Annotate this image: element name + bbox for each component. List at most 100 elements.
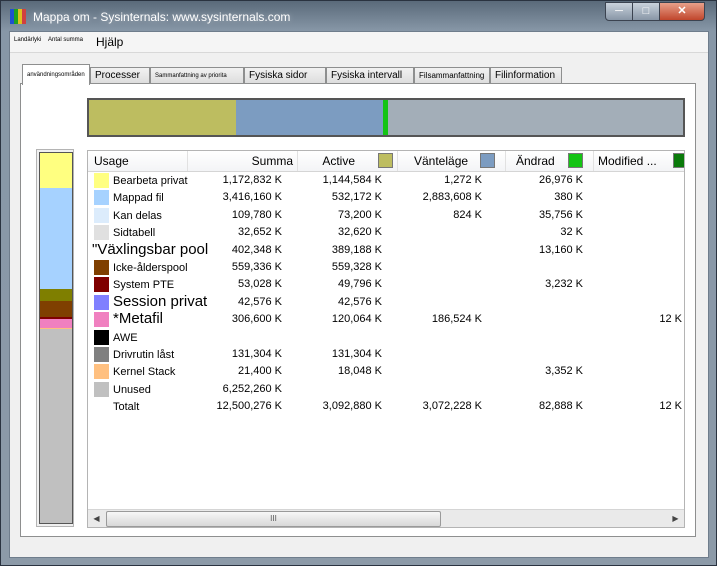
col-standby-header[interactable]: Vänteläge — [398, 151, 506, 171]
table-row[interactable]: Totalt 12,500,276 K 3,092,880 K 3,072,228 K… — [88, 398, 684, 415]
tab-label: Sammanfattning av priorita — [155, 73, 227, 79]
row-color-swatch — [94, 190, 109, 206]
cell-standby: 824 K — [453, 208, 482, 221]
minimize-button[interactable]: ─ — [605, 2, 633, 21]
scroll-left-arrow-icon[interactable]: ◀ — [88, 510, 105, 527]
table-row[interactable]: Unused 6,252,260 K — [88, 381, 684, 398]
app-window: Mappa om - Sysinternals: www.sysinternal… — [0, 0, 717, 566]
title-bar[interactable]: Mappa om - Sysinternals: www.sysinternal… — [1, 1, 716, 31]
tab-physical-pages[interactable]: Fysiska sidor — [244, 67, 326, 84]
cell-standby: 2,883,608 K — [422, 191, 482, 204]
cell-modified: 26,976 K — [538, 174, 583, 186]
tab-label: Fysiska sidor — [249, 70, 308, 81]
col-summa-header[interactable]: Summa — [188, 151, 298, 171]
cell-summa: 12,500,276 K — [216, 400, 282, 413]
table-row[interactable]: Icke-ålderspool 559,336 K 559,328 K — [88, 259, 684, 276]
cell-modified: 3,232 K — [545, 278, 583, 291]
table-row[interactable]: System PTE 53,028 K 49,796 K 3,232 K — [88, 276, 684, 293]
row-label: Drivrutin låst — [113, 349, 175, 361]
cell-active: 131,304 K — [331, 348, 382, 360]
tab-physical-ranges[interactable]: Fysiska intervall — [326, 67, 414, 84]
cell-modified: 3,352 K — [545, 365, 583, 378]
table-row[interactable]: Mappad fil 3,416,160 K 532,172 K 2,883,608 … — [88, 189, 684, 206]
tab-label: Processer — [95, 70, 141, 81]
row-color-swatch — [94, 381, 109, 397]
tab-label: Filsammanfattning — [419, 71, 485, 80]
row-color-swatch — [94, 207, 109, 223]
window-title: Mappa om - Sysinternals: www.sysinternal… — [33, 10, 291, 24]
table-row[interactable]: AWE — [88, 329, 684, 346]
list-header: Usage Summa Active Vänteläge Ändrad Modi… — [88, 151, 684, 172]
usage-segment — [40, 153, 72, 188]
cell-active: 73,200 K — [337, 208, 382, 221]
cell-summa: 53,028 K — [237, 278, 282, 291]
row-label: Kernel Stack — [113, 366, 176, 379]
cell-summa: 1,172,832 K — [222, 174, 282, 186]
row-label: *Metafil — [113, 310, 164, 328]
overview-segment — [235, 100, 383, 135]
tab-usage[interactable]: användningsområden — [22, 64, 90, 85]
scroll-right-arrow-icon[interactable]: ▶ — [667, 510, 684, 527]
menu-bar: Landärlyki Antal summa Hjälp — [10, 32, 708, 53]
usage-segment — [40, 187, 72, 289]
row-label: Icke-ålderspool — [113, 262, 188, 274]
tab-label: Filinformation — [495, 70, 556, 81]
client-area: Landärlyki Antal summa Hjälp användnings… — [9, 31, 709, 558]
usage-segment — [40, 300, 72, 318]
maximize-button[interactable]: □ — [632, 2, 660, 21]
col-active-header[interactable]: Active — [298, 151, 398, 171]
tab-file-details[interactable]: Filinformation — [490, 67, 562, 84]
tab-priority-summary[interactable]: Sammanfattning av priorita — [150, 67, 244, 84]
tab-label: användningsområden — [27, 72, 85, 78]
active-color-swatch — [378, 153, 393, 168]
col-modified-nowrite-header[interactable]: Modified ... — [594, 151, 684, 171]
cell-active: 49,796 K — [337, 278, 382, 291]
table-row[interactable]: Kernel Stack 21,400 K 18,048 K 3,352 K — [88, 363, 684, 380]
menu-item-1[interactable]: Antal summa — [48, 34, 83, 54]
col-modified-header[interactable]: Ändrad — [506, 151, 594, 171]
row-color-swatch — [94, 364, 109, 380]
row-color-swatch — [94, 312, 109, 328]
modified-nowrite-color-swatch — [673, 153, 684, 168]
close-button[interactable]: ✕ — [659, 2, 705, 21]
cell-summa: 21,400 K — [237, 365, 282, 378]
col-usage-header[interactable]: Usage — [88, 151, 188, 171]
table-row[interactable]: Drivrutin låst 131,304 K 131,304 K — [88, 346, 684, 363]
cell-active: 389,188 K — [331, 243, 382, 256]
usage-list[interactable]: Usage Summa Active Vänteläge Ändrad Modi… — [87, 150, 685, 528]
menu-item-0[interactable]: Landärlyki — [14, 34, 41, 54]
row-color-swatch — [94, 225, 109, 241]
cell-modified: 13,160 K — [538, 243, 583, 256]
table-row[interactable]: Sidtabell 32,652 K 32,620 K 32 K — [88, 224, 684, 241]
usage-segment — [40, 318, 72, 328]
cell-standby: 186,524 K — [431, 313, 482, 326]
usage-segment — [40, 288, 72, 301]
row-label: AWE — [113, 331, 138, 344]
menu-item-help[interactable]: Hjälp — [96, 32, 123, 52]
row-color-swatch — [94, 329, 109, 345]
cell-modified_nw: 12 K — [659, 400, 682, 413]
row-label: Mappad fil — [113, 192, 164, 205]
row-color-swatch — [94, 347, 109, 362]
tab-processes[interactable]: Processer — [90, 67, 150, 84]
table-row[interactable]: *Metafil 306,600 K 120,064 K 186,524 K 12 K — [88, 311, 684, 328]
overview-segment — [89, 100, 236, 135]
horizontal-scrollbar[interactable]: ◀ III ▶ — [88, 509, 684, 527]
row-label: Sidtabell — [113, 227, 156, 240]
cell-active: 18,048 K — [337, 365, 382, 378]
row-label: System PTE — [113, 279, 175, 292]
table-row[interactable]: Session privat 42,576 K 42,576 K — [88, 293, 684, 311]
scrollbar-thumb[interactable]: III — [106, 511, 441, 527]
table-row[interactable]: Bearbeta privat 1,172,832 K 1,144,584 K 1,2… — [88, 172, 684, 189]
cell-standby: 1,272 K — [444, 174, 482, 186]
cell-standby: 3,072,228 K — [422, 400, 482, 413]
table-row[interactable]: Kan delas 109,780 K 73,200 K 824 K 35,756 K — [88, 207, 684, 224]
cell-summa: 306,600 K — [231, 313, 282, 326]
cell-summa: 131,304 K — [231, 348, 282, 360]
row-label: "Växlingsbar pool — [92, 240, 209, 258]
table-row[interactable]: "Växlingsbar pool 402,348 K 389,188 K 13,16… — [88, 240, 684, 259]
row-label: Kan delas — [113, 209, 162, 222]
overview-segment — [387, 100, 683, 135]
cell-modified: 35,756 K — [538, 208, 583, 221]
tab-file-summary[interactable]: Filsammanfattning — [414, 67, 490, 84]
